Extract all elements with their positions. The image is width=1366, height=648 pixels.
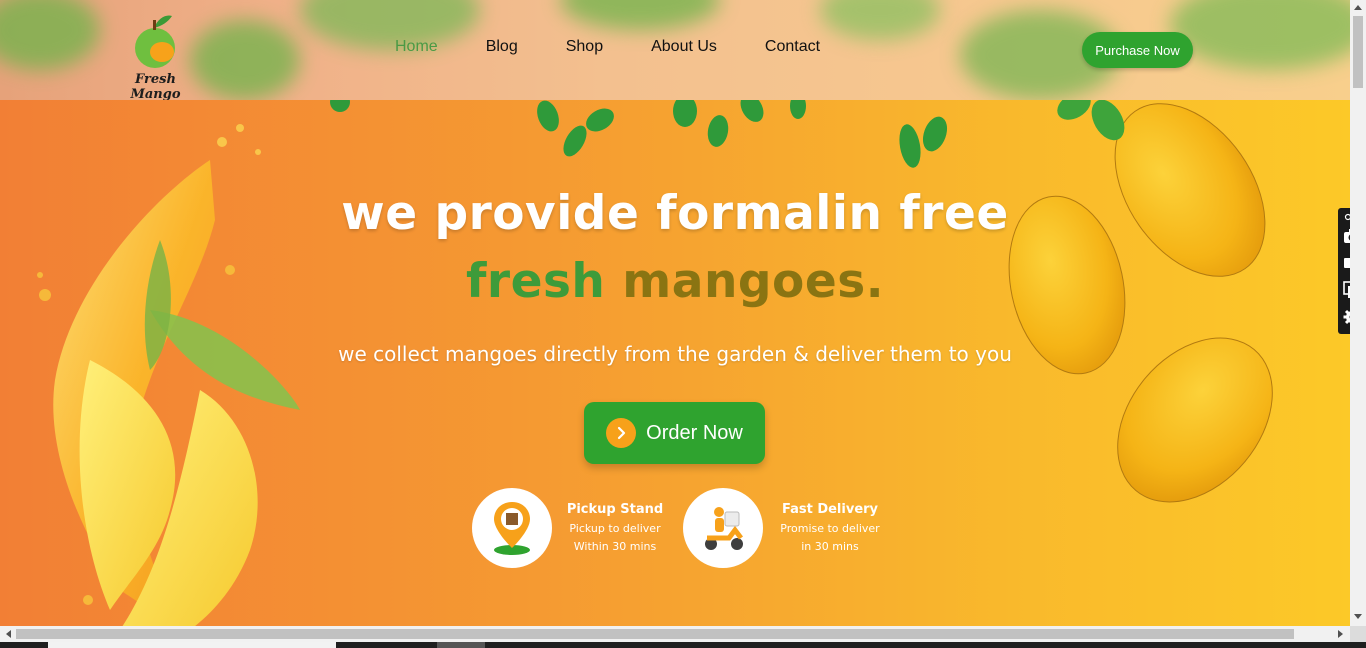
scroll-up-icon[interactable] (1354, 4, 1362, 10)
hero-title-line2: fresh mangoes. (0, 254, 1350, 309)
main-nav: Home Blog Shop About Us Contact (380, 38, 868, 64)
feature-pickup-line2: Within 30 mins (573, 540, 657, 553)
location-pin-icon (494, 502, 530, 555)
mango-logo-icon (135, 15, 175, 68)
hero-title-word-fresh: fresh (465, 254, 606, 309)
horizontal-scrollbar[interactable] (0, 626, 1350, 642)
scroll-down-icon[interactable] (1354, 614, 1362, 620)
order-now-button[interactable]: Order Now (584, 402, 765, 464)
feature-pickup-circle (472, 488, 552, 568)
logo-text: Fresh Mango (130, 72, 181, 100)
feature-delivery-title: Fast Delivery (781, 502, 879, 517)
scroll-left-icon[interactable] (5, 630, 11, 638)
vertical-scroll-thumb[interactable] (1353, 16, 1363, 88)
nav-blog[interactable]: Blog (486, 38, 518, 64)
order-now-label: Order Now (646, 421, 743, 444)
page-viewport: Fresh Mango Home Blog Shop About Us Cont… (0, 0, 1350, 626)
nav-home[interactable]: Home (395, 38, 438, 64)
feature-delivery-line2: in 30 mins (801, 540, 859, 553)
purchase-now-button[interactable]: Purchase Now (1082, 32, 1193, 68)
feature-pickup: Pickup Stand Pickup to deliver Within 30… (560, 502, 670, 556)
feature-delivery-circle (683, 488, 763, 568)
mango-fruits-illustration (1008, 100, 1273, 503)
hero-title-word-mangoes: mangoes. (622, 254, 885, 309)
feature-delivery-line1: Promise to deliver (780, 522, 880, 535)
feature-pickup-line1: Pickup to deliver (569, 522, 661, 535)
feature-pickup-title: Pickup Stand (566, 502, 664, 517)
delivery-scooter-icon (705, 507, 743, 550)
hero-title-line1: we provide formalin free (341, 186, 1009, 241)
horizontal-scroll-thumb[interactable] (16, 629, 1294, 639)
hanging-leaves-illustration (330, 96, 948, 168)
hero-subtitle: we collect mangoes directly from the gar… (338, 342, 1012, 366)
nav-shop[interactable]: Shop (566, 38, 603, 64)
taskbar-strip (0, 642, 1366, 648)
nav-contact[interactable]: Contact (765, 38, 820, 64)
site-logo[interactable]: Fresh Mango (108, 10, 203, 100)
site-header: Fresh Mango Home Blog Shop About Us Cont… (0, 0, 1350, 100)
feature-delivery: Fast Delivery Promise to deliver in 30 m… (772, 502, 888, 556)
nav-about-us[interactable]: About Us (651, 38, 717, 64)
chevron-right-icon (606, 418, 637, 448)
vertical-scrollbar[interactable] (1350, 0, 1366, 626)
scroll-right-icon[interactable] (1338, 630, 1344, 638)
scrollbar-corner (1350, 626, 1366, 642)
